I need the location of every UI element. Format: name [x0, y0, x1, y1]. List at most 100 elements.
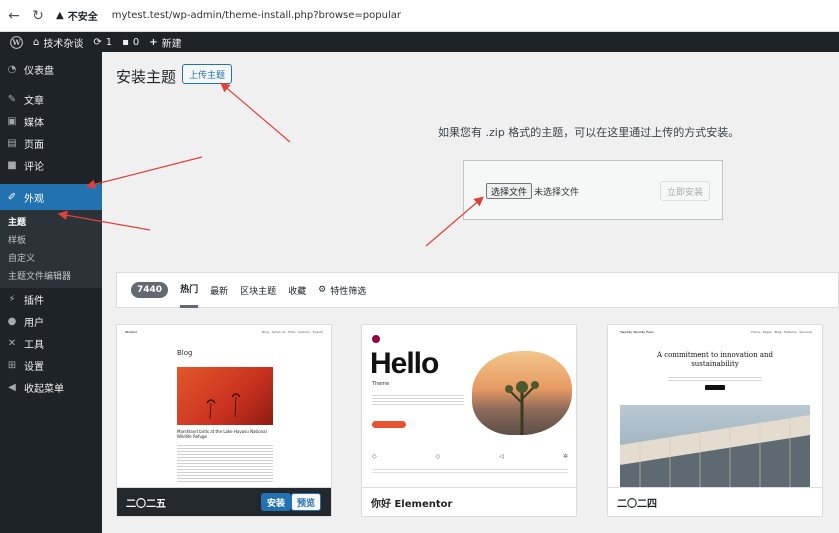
tab-popular[interactable]: 热门 — [180, 272, 199, 308]
sidebar-item-label: 仪表盘 — [24, 65, 54, 77]
theme-screenshot[interactable]: Hello Theme ◇ ◇ ◁ ✲ — [362, 325, 576, 487]
sidebar-item-label: 媒体 — [24, 117, 44, 129]
wrench-icon: ✕ — [7, 337, 17, 349]
shot-feature-text — [372, 467, 568, 475]
shot-site-name: Twenty Twenty Four — [620, 330, 654, 334]
sidebar-item-plugins[interactable]: ⚡ 插件 — [0, 288, 102, 310]
sidebar-item-collapse[interactable]: ◀ 收起菜单 — [0, 376, 102, 398]
preview-button[interactable]: 预览 — [290, 493, 321, 511]
upload-form: 选择文件 未选择文件 立即安装 — [463, 160, 723, 220]
sidebar-item-media[interactable]: ▣ 媒体 — [0, 110, 102, 132]
comment-icon: ■ — [7, 159, 17, 171]
shot-caption: Marshland birds at the Lake Havasu Natio… — [177, 429, 267, 439]
shot-theme-label: Theme — [372, 381, 390, 387]
shot-joshua-tree-image — [472, 351, 572, 435]
submenu-item-customize[interactable]: 自定义 — [0, 248, 102, 266]
dashboard-icon: ◔ — [7, 63, 17, 75]
back-icon[interactable]: ← — [4, 6, 24, 26]
security-indicator[interactable]: ▲ 不安全 — [56, 8, 98, 23]
shot-title: Blog — [177, 349, 193, 357]
shot-nav: Home · Pages · Blog · Patterns · Service… — [751, 330, 812, 334]
sidebar-item-label: 外观 — [24, 193, 44, 205]
appearance-submenu: 主题 样板 自定义 主题文件编辑器 — [0, 210, 102, 288]
theme-count-badge: 7440 — [131, 282, 169, 298]
sidebar-item-label: 设置 — [24, 361, 44, 373]
warning-icon: ▲ — [56, 10, 64, 21]
submenu-item-themes[interactable]: 主题 — [0, 212, 102, 230]
install-now-button[interactable]: 立即安装 — [660, 181, 711, 201]
theme-card[interactable]: Twenty Twenty Four Home · Pages · Blog ·… — [607, 324, 823, 517]
theme-card[interactable]: Hello Theme ◇ ◇ ◁ ✲ 你好 Elementor — [361, 324, 577, 517]
pin-icon: ✎ — [7, 93, 17, 105]
shot-sunset-image — [177, 367, 273, 425]
feature-filter-button[interactable]: ⚙ 特性筛选 — [318, 284, 366, 297]
choose-file-button[interactable]: 选择文件 — [486, 183, 533, 199]
plus-icon: + — [149, 36, 158, 48]
feature-filter-label: 特性筛选 — [330, 286, 367, 297]
theme-name: 你好 Elementor — [371, 498, 453, 510]
plugin-icon: ⚡ — [8, 293, 16, 305]
page-icon: ▤ — [7, 137, 17, 149]
theme-name-bar: 你好 Elementor — [362, 487, 576, 516]
upload-help-text: 如果您有 .zip 格式的主题，可以在这里通过上传的方式安装。 — [438, 126, 740, 139]
sidebar-item-settings[interactable]: ⊞ 设置 — [0, 354, 102, 376]
site-name-link[interactable]: ⌂ 技术杂谈 — [33, 32, 83, 52]
sidebar-item-label: 文章 — [24, 95, 44, 107]
sidebar-item-users[interactable]: ● 用户 — [0, 310, 102, 332]
comments-link[interactable]: ▪ 0 — [122, 32, 139, 52]
wp-admin-bar: W ⌂ 技术杂谈 ⟳ 1 ▪ 0 + 新建 — [0, 32, 839, 52]
sidebar-item-pages[interactable]: ▤ 页面 — [0, 132, 102, 154]
brush-icon: ✐ — [7, 191, 17, 203]
install-button[interactable]: 安装 — [260, 493, 291, 511]
shot-building-image — [620, 405, 810, 487]
sidebar-item-label: 评论 — [24, 161, 44, 173]
wordpress-logo-icon[interactable]: W — [10, 32, 23, 52]
sidebar-item-label: 页面 — [24, 139, 44, 151]
sidebar-item-dashboard[interactable]: ◔ 仪表盘 — [0, 58, 102, 80]
shot-subtext — [668, 375, 762, 383]
update-icon: ⟳ — [93, 36, 102, 48]
shot-feature-icons: ◇ ◇ ◁ ✲ — [372, 453, 568, 460]
address-bar[interactable]: ▲ 不安全 mytest.test/wp-admin/theme-install… — [56, 4, 839, 27]
upload-theme-button[interactable]: 上传主题 — [182, 64, 233, 84]
url-text: mytest.test/wp-admin/theme-install.php?b… — [111, 10, 401, 21]
shot-button — [705, 385, 725, 390]
settings-icon: ⊞ — [7, 359, 17, 371]
shot-nav: Blog · About Us · FAQs · Authors · Event… — [262, 330, 323, 334]
theme-filter-bar: 7440 热门 最新 区块主题 收藏 ⚙ 特性筛选 — [116, 272, 839, 308]
sidebar-item-label: 插件 — [24, 295, 44, 307]
svg-text:W: W — [11, 38, 21, 47]
no-file-label: 未选择文件 — [534, 188, 580, 198]
shot-headline: A commitment to innovation and sustainab… — [656, 351, 774, 368]
shot-site-name: Stories — [125, 330, 137, 334]
updates-count: 1 — [105, 36, 113, 48]
reload-icon[interactable]: ↻ — [28, 6, 48, 26]
theme-card[interactable]: Stories Blog · About Us · FAQs · Authors… — [116, 324, 332, 517]
updates-link[interactable]: ⟳ 1 — [93, 32, 112, 52]
sidebar-item-appearance[interactable]: ✐ 外观 — [0, 184, 102, 210]
theme-screenshot[interactable]: Twenty Twenty Four Home · Pages · Blog ·… — [608, 325, 822, 487]
media-icon: ▣ — [7, 115, 17, 127]
theme-name-bar: 二〇二五 安装 预览 — [117, 487, 331, 516]
tab-favorites[interactable]: 收藏 — [288, 272, 306, 308]
theme-name: 二〇二五 — [126, 498, 166, 510]
admin-sidebar: ◔ 仪表盘 ✎ 文章 ▣ 媒体 ▤ 页面 ■ 评论 ✐ 外观 主题 样板 自定义 主题文件编… — [0, 52, 102, 533]
home-icon: ⌂ — [33, 36, 40, 48]
page-title: 安装主题 — [116, 68, 177, 86]
new-content-link[interactable]: + 新建 — [149, 32, 181, 52]
sidebar-item-posts[interactable]: ✎ 文章 — [0, 88, 102, 110]
tab-latest[interactable]: 最新 — [210, 272, 228, 308]
shot-lorem — [372, 393, 464, 407]
submenu-item-patterns[interactable]: 样板 — [0, 230, 102, 248]
sidebar-item-tools[interactable]: ✕ 工具 — [0, 332, 102, 354]
sidebar-item-comments[interactable]: ■ 评论 — [0, 154, 102, 176]
submenu-item-theme-editor[interactable]: 主题文件编辑器 — [0, 266, 102, 284]
sidebar-item-label: 工具 — [24, 339, 44, 351]
theme-screenshot[interactable]: Stories Blog · About Us · FAQs · Authors… — [117, 325, 331, 487]
new-label: 新建 — [161, 38, 182, 50]
user-icon: ● — [7, 315, 17, 327]
browser-toolbar: ← ↻ ▲ 不安全 mytest.test/wp-admin/theme-ins… — [0, 0, 839, 32]
tab-block-themes[interactable]: 区块主题 — [240, 272, 276, 308]
gear-icon: ⚙ — [318, 285, 327, 295]
theme-name: 二〇二四 — [617, 498, 657, 510]
